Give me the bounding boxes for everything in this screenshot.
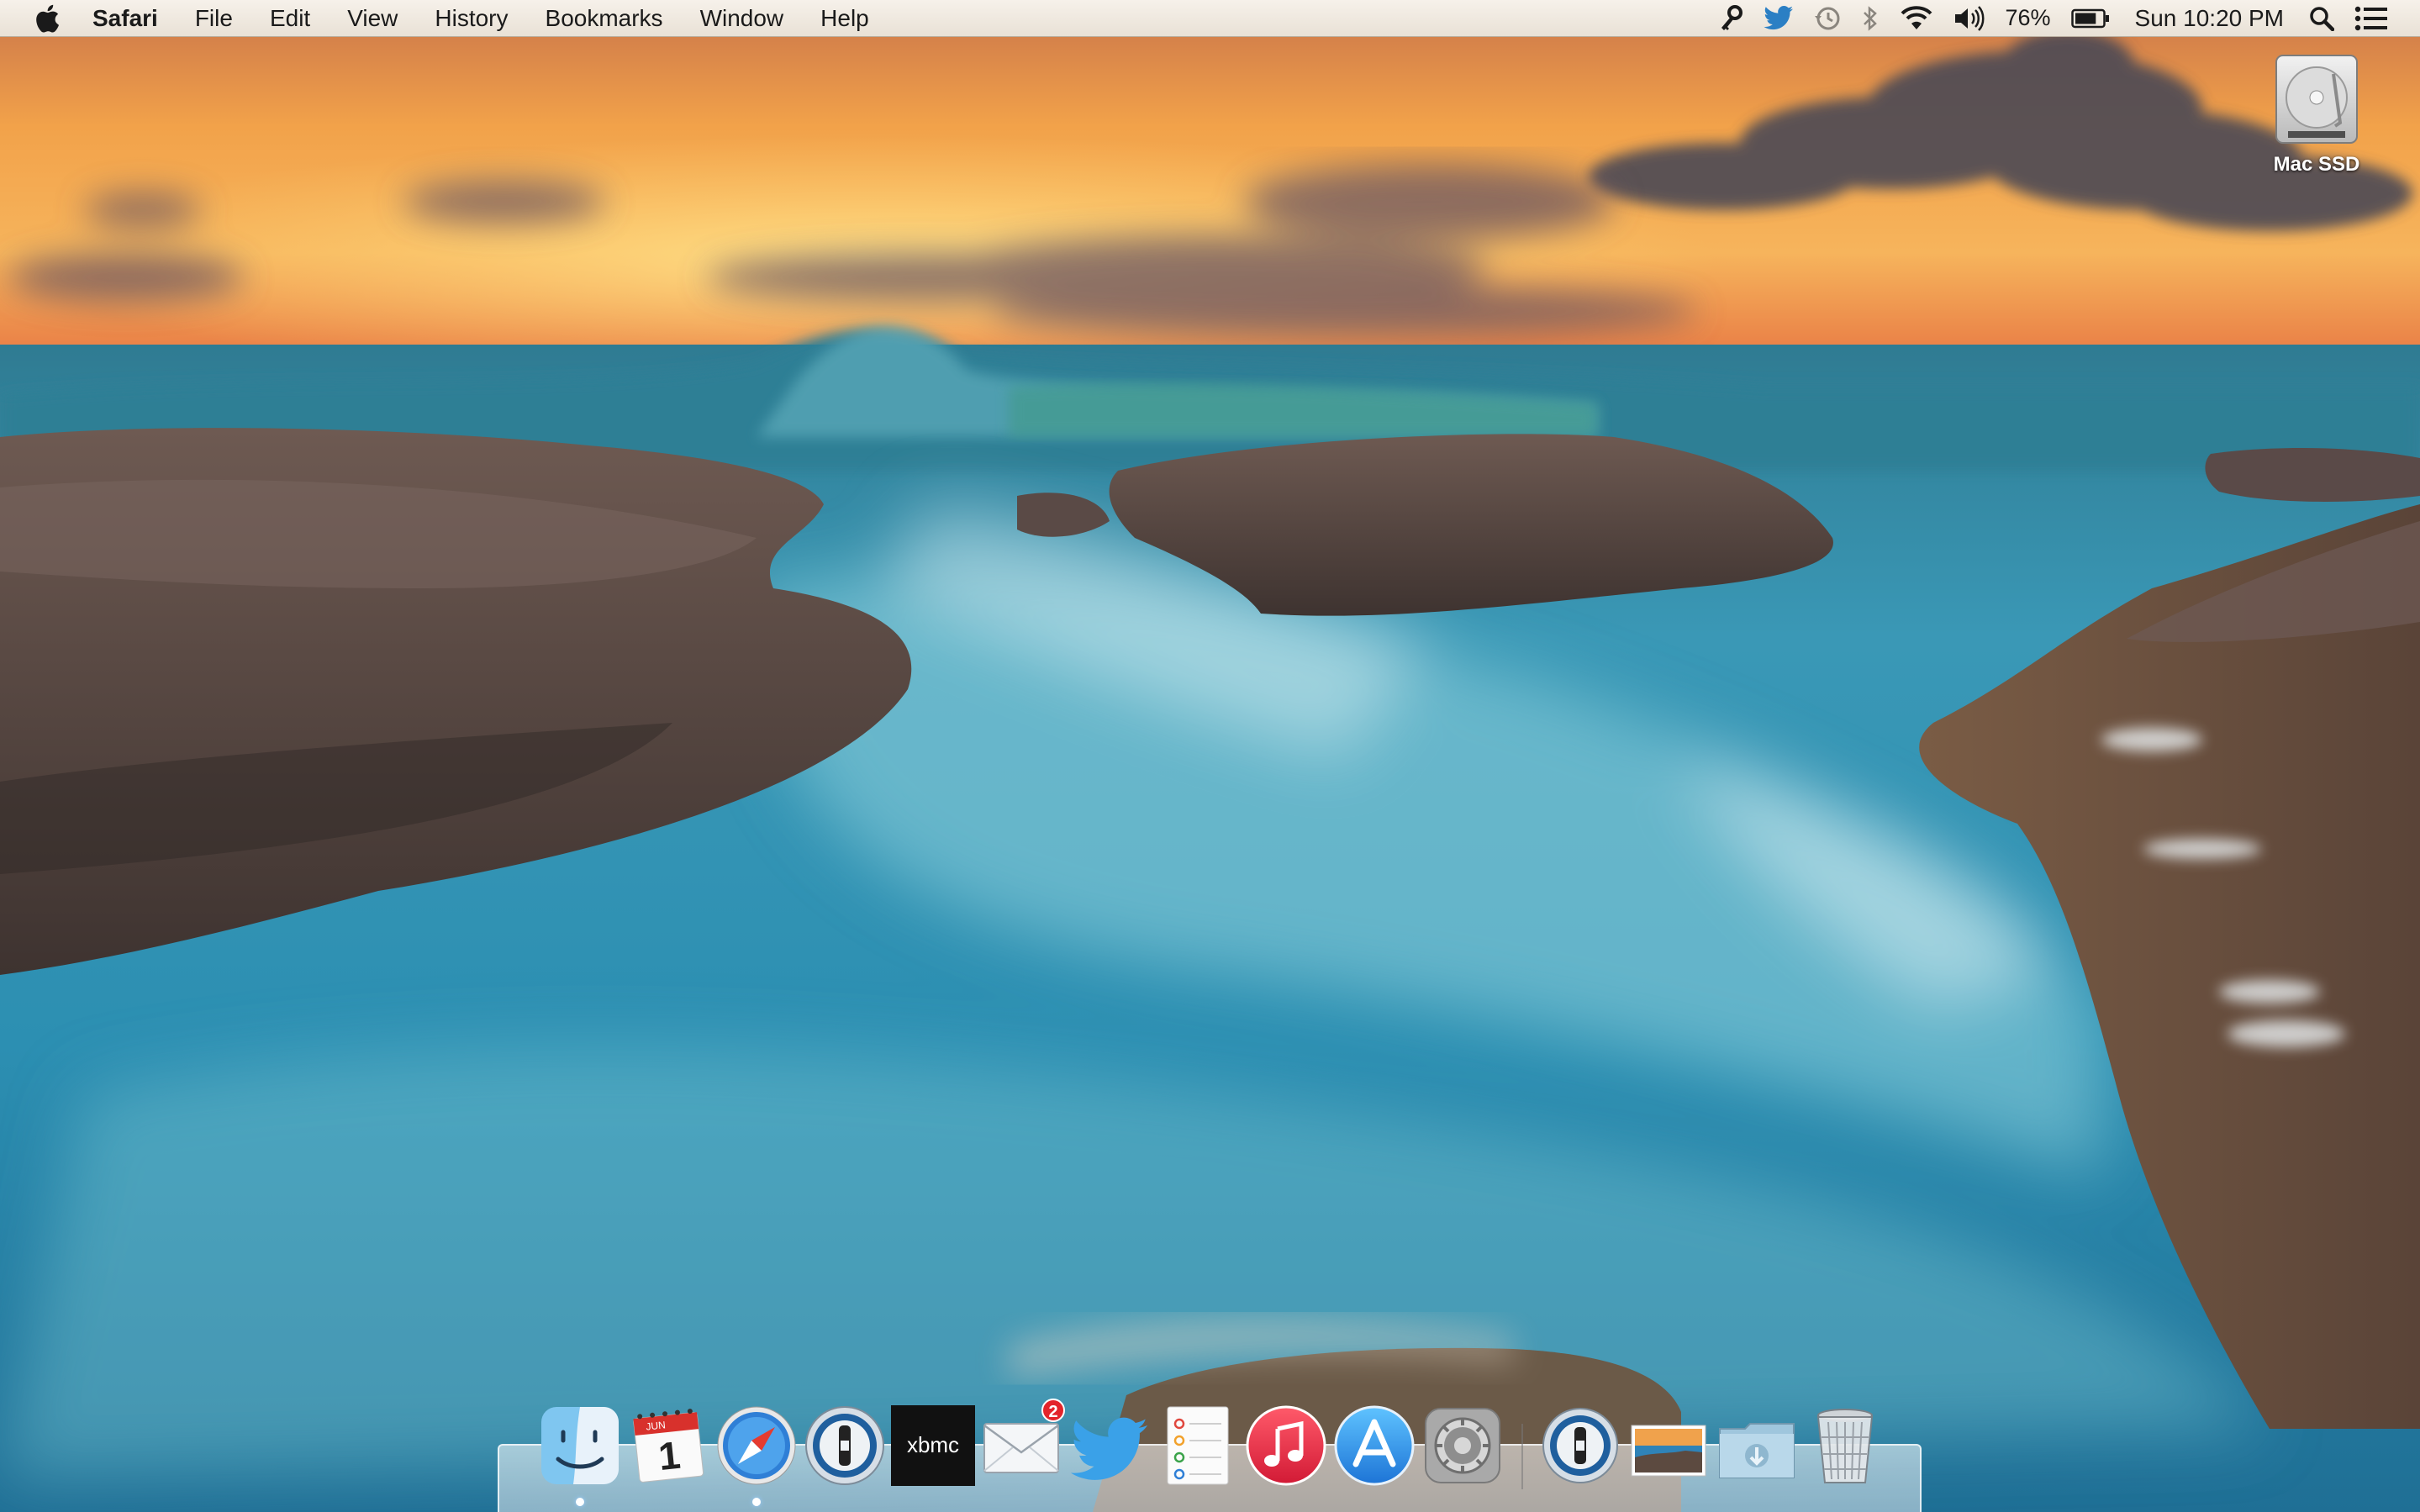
calendar-month: JUN	[646, 1419, 667, 1432]
dock-xbmc[interactable]: xbmc	[891, 1404, 975, 1488]
wifi-icon[interactable]	[1900, 0, 1933, 37]
keychain-access-icon[interactable]	[1718, 0, 1743, 37]
system-preferences-icon	[1425, 1408, 1500, 1483]
menu-file[interactable]: File	[177, 0, 251, 37]
dock-system-preferences[interactable]	[1421, 1404, 1505, 1488]
dock-mail[interactable]: 2	[979, 1399, 1065, 1488]
dock-safari[interactable]	[714, 1404, 799, 1506]
safari-icon	[717, 1406, 796, 1485]
calendar-icon: JUN 1	[633, 1409, 704, 1483]
xbmc-icon: xbmc	[891, 1405, 975, 1486]
twitter-icon[interactable]	[1763, 0, 1794, 37]
desktop-wallpaper	[0, 0, 2420, 1512]
menu-bar: Safari File Edit View History Bookmarks …	[0, 0, 2420, 37]
battery-percent[interactable]: 76%	[2006, 0, 2051, 37]
mail-badge: 2	[1041, 1399, 1065, 1422]
dock-reminders[interactable]	[1156, 1404, 1240, 1488]
battery-icon[interactable]	[2070, 0, 2110, 37]
desktop-drive[interactable]: Mac SSD	[2258, 49, 2375, 176]
menu-window[interactable]: Window	[682, 0, 803, 37]
menu-edit[interactable]: Edit	[251, 0, 329, 37]
1password-icon	[1542, 1408, 1618, 1483]
itunes-icon	[1246, 1405, 1326, 1486]
photo-thumbnail-icon	[1631, 1425, 1706, 1477]
1password-icon	[805, 1406, 884, 1485]
dock-twitter[interactable]	[1068, 1404, 1152, 1488]
running-indicator	[752, 1498, 761, 1506]
xbmc-logo-text: xbmc	[907, 1432, 959, 1457]
dock-1password-mini[interactable]	[1538, 1404, 1622, 1488]
dock-calendar[interactable]: JUN 1	[626, 1404, 710, 1488]
menu-history[interactable]: History	[416, 0, 526, 37]
trash-icon	[1816, 1409, 1874, 1483]
menu-app-name[interactable]: Safari	[92, 0, 177, 37]
downloads-folder-icon	[1719, 1423, 1795, 1478]
time-machine-icon[interactable]	[1814, 0, 1841, 37]
finder-icon	[541, 1407, 619, 1484]
dock-separator	[1521, 1424, 1523, 1489]
dock-1password[interactable]	[803, 1404, 887, 1488]
menu-clock[interactable]: Sun 10:20 PM	[2135, 5, 2284, 32]
reminders-icon	[1167, 1406, 1229, 1485]
app-store-icon	[1334, 1405, 1415, 1486]
apple-logo-icon[interactable]	[30, 2, 64, 35]
spotlight-search-icon[interactable]	[2309, 0, 2334, 37]
calendar-day: 1	[656, 1433, 683, 1478]
menu-view[interactable]: View	[329, 0, 416, 37]
hard-drive-icon	[2275, 55, 2358, 144]
dock-downloads[interactable]	[1715, 1404, 1799, 1488]
dock-app-store[interactable]	[1332, 1404, 1416, 1488]
dock-finder[interactable]	[538, 1404, 622, 1506]
bluetooth-icon[interactable]	[1861, 0, 1880, 37]
twitter-icon	[1070, 1417, 1148, 1480]
notification-center-icon[interactable]	[2354, 0, 2388, 37]
menu-bookmarks[interactable]: Bookmarks	[527, 0, 682, 37]
menu-help[interactable]: Help	[802, 0, 888, 37]
dock-photo[interactable]	[1627, 1404, 1711, 1488]
drive-label: Mac SSD	[2273, 153, 2360, 176]
volume-icon[interactable]	[1953, 0, 1985, 37]
running-indicator	[576, 1498, 584, 1506]
dock-trash[interactable]	[1803, 1404, 1887, 1488]
dock-itunes[interactable]	[1244, 1404, 1328, 1488]
